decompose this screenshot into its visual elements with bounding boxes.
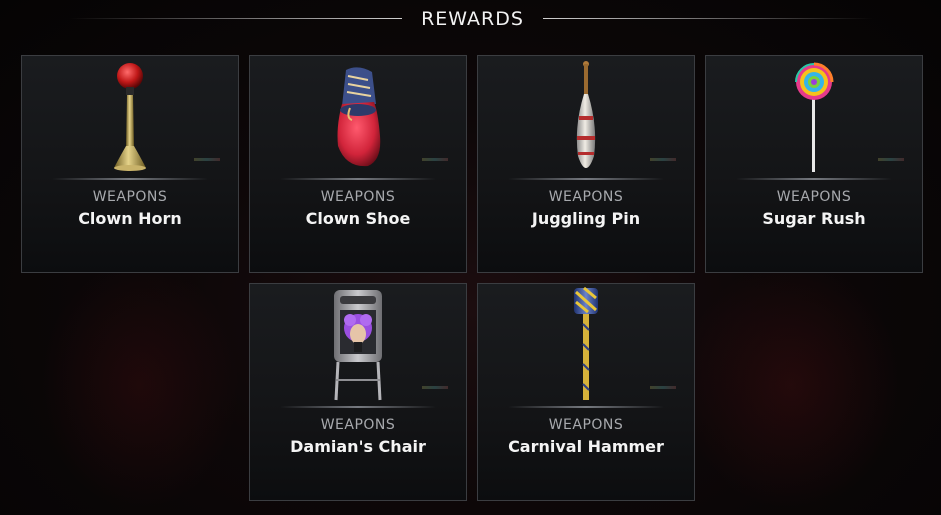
card-divider — [508, 406, 664, 408]
reward-category: WEAPONS — [548, 417, 624, 433]
reward-name: Clown Shoe — [305, 209, 411, 228]
background-glow-right — [681, 260, 901, 510]
card-divider — [280, 178, 436, 180]
reward-name: Damian's Chair — [290, 437, 426, 456]
page-title: REWARDS — [421, 8, 524, 30]
card-divider — [52, 178, 208, 180]
glitch-artifact — [422, 158, 448, 161]
reward-card-damians-chair[interactable]: WEAPONS Damian's Chair — [249, 283, 467, 501]
glitch-artifact — [878, 158, 904, 161]
reward-card-juggling-pin[interactable]: WEAPONS Juggling Pin — [477, 55, 695, 273]
reward-name: Carnival Hammer — [508, 437, 664, 456]
card-divider — [280, 406, 436, 408]
reward-category: WEAPONS — [776, 189, 852, 205]
glitch-artifact — [650, 158, 676, 161]
card-divider — [736, 178, 892, 180]
reward-name: Clown Horn — [78, 209, 182, 228]
rewards-header: REWARDS — [0, 0, 941, 40]
header-line-right — [543, 18, 873, 19]
glitch-artifact — [650, 386, 676, 389]
reward-card-sugar-rush[interactable]: WEAPONS Sugar Rush — [705, 55, 923, 273]
reward-name: Juggling Pin — [531, 209, 641, 228]
reward-category: WEAPONS — [320, 417, 396, 433]
background-glow-left — [40, 260, 240, 510]
reward-category: WEAPONS — [320, 189, 396, 205]
card-divider — [508, 178, 664, 180]
reward-category: WEAPONS — [92, 189, 168, 205]
reward-card-carnival-hammer[interactable]: WEAPONS Carnival Hammer — [477, 283, 695, 501]
reward-name: Sugar Rush — [762, 209, 866, 228]
reward-card-clown-horn[interactable]: WEAPONS Clown Horn — [21, 55, 239, 273]
reward-category: WEAPONS — [548, 189, 624, 205]
glitch-artifact — [194, 158, 220, 161]
reward-card-clown-shoe[interactable]: WEAPONS Clown Shoe — [249, 55, 467, 273]
header-line-left — [70, 18, 402, 19]
glitch-artifact — [422, 386, 448, 389]
